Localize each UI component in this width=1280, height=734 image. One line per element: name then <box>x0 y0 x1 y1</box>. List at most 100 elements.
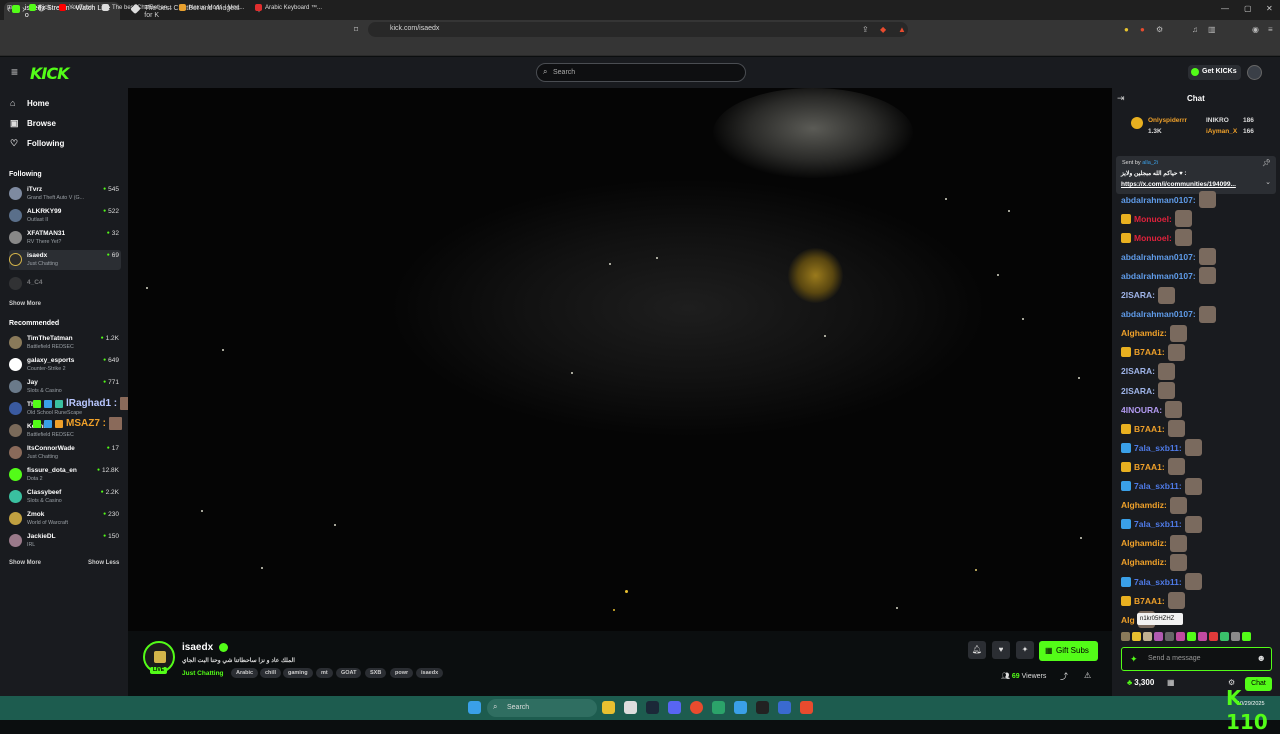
sidebar-channel-jay[interactable]: Jay Slots & Casino 771 <box>9 377 121 397</box>
puzzle-icon[interactable]: ⚙ <box>1156 25 1163 34</box>
chat-username[interactable]: 7ala_sxb11: <box>1134 519 1182 529</box>
chat-username[interactable]: Alghamdiz: <box>1121 557 1167 567</box>
stream-category[interactable]: Just Chatting <box>182 670 224 677</box>
get-kicks-button[interactable]: Get KICKs <box>1188 65 1241 80</box>
chat-username[interactable]: 2ISARA: <box>1121 386 1155 396</box>
sidebar-channel-xfatman31[interactable]: XFATMAN31 RV There Yet? 32 <box>9 228 121 248</box>
chat-username[interactable]: Monuoel: <box>1134 233 1172 243</box>
chat-username[interactable]: 7ala_sxb11: <box>1134 481 1182 491</box>
app-icon[interactable] <box>624 701 637 714</box>
chat-username[interactable]: 2ISARA: <box>1121 290 1155 300</box>
discord-icon[interactable] <box>668 701 681 714</box>
tag-mt[interactable]: mt <box>316 668 333 678</box>
chat-username[interactable]: 7ala_sxb11: <box>1134 443 1182 453</box>
nav-following[interactable]: ♡ Following <box>10 138 64 149</box>
show-more-following-button[interactable]: Show More <box>9 301 41 307</box>
sidebar-channel-galaxy-esports[interactable]: galaxy_esports Counter-Strike 2 649 <box>9 355 121 375</box>
sidebar-channel-zmok[interactable]: Zmok World of Warcraft 230 <box>9 509 121 529</box>
emote-icon[interactable] <box>1154 632 1163 641</box>
streamer-name[interactable]: isaedx <box>182 642 213 653</box>
tag-sxb[interactable]: SXB <box>365 668 387 678</box>
address-bar[interactable]: kick.com/isaedx <box>368 22 908 37</box>
chat-message[interactable]: 7ala_sxb11: <box>1121 515 1202 534</box>
sidebar-channel-itsconnorwade[interactable]: ItsConnorWade Just Chatting 17 <box>9 443 121 463</box>
chat-message[interactable]: Monuoel: <box>1121 228 1192 247</box>
show-less-button[interactable]: Show Less <box>88 560 119 566</box>
chat-message[interactable]: 7ala_sxb11: <box>1121 438 1202 457</box>
show-more-recommended-button[interactable]: Show More <box>9 560 41 566</box>
pinned-message[interactable]: Sent by alla_2i حياكم الله مبجلين ولايز … <box>1116 156 1276 194</box>
tag-powr[interactable]: powr <box>390 668 414 678</box>
brave-rewards-icon[interactable]: ▲ <box>898 25 906 34</box>
extension-icon[interactable]: ● <box>1124 25 1129 34</box>
chat-username[interactable]: Alg <box>1121 615 1135 625</box>
sidebar-channel-timthetatman[interactable]: TimTheTatman Battlefield REDSEC 1.2K <box>9 333 121 353</box>
share-icon[interactable]: ⇪ <box>862 25 869 34</box>
emote-icon[interactable] <box>1198 632 1207 641</box>
sidebar-channel-alkrky99[interactable]: ALKRKY99 Outlast II 522 <box>9 206 121 226</box>
sidebar-channel-4c4[interactable]: 4_C4 <box>9 276 121 296</box>
chat-username[interactable]: B7AA1: <box>1134 424 1165 434</box>
chat-message[interactable]: B7AA1: <box>1121 591 1185 610</box>
chat-username[interactable]: abdalrahman0107: <box>1121 309 1196 319</box>
hamburger-menu-icon[interactable]: ≡ <box>11 65 18 79</box>
tag-goat[interactable]: GOAT <box>336 668 362 678</box>
chat-message[interactable]: abdalrahman0107: <box>1121 190 1216 209</box>
chat-username[interactable]: Alghamdiz: <box>1121 500 1167 510</box>
emote-icon[interactable] <box>1231 632 1240 641</box>
tag-isaedx[interactable]: isaedx <box>416 668 444 678</box>
follow-heart-icon[interactable]: ♥ <box>992 641 1010 659</box>
bookmark-nexus[interactable]: Nexus Mods - Mod... <box>179 4 244 11</box>
emote-icon[interactable] <box>1187 632 1196 641</box>
chat-message[interactable]: Alghamdiz: <box>1121 553 1187 572</box>
emoji-picker-icon[interactable]: ☻ <box>1257 653 1266 663</box>
sidebar-icon[interactable]: ▥ <box>1208 25 1216 34</box>
sidebar-channel-fissure-dota-en[interactable]: fissure_dota_en Dota 2 12.8K <box>9 465 121 485</box>
menu-icon[interactable]: ≡ <box>1268 25 1273 34</box>
notifications-bell-icon[interactable]: 🔔︎ <box>968 641 986 659</box>
chat-message[interactable]: 4INOURA: <box>1121 400 1183 419</box>
tag-chill[interactable]: chill <box>260 668 282 678</box>
chat-message[interactable]: Alghamdiz: <box>1121 496 1187 515</box>
nav-home[interactable]: ⌂ Home <box>10 98 49 108</box>
app-icon[interactable] <box>734 701 747 714</box>
leaderboard-user[interactable]: Onlyspiderrr <box>1148 117 1187 124</box>
apps-icon[interactable]: ⊞ <box>7 4 12 11</box>
chat-username[interactable]: abdalrahman0107: <box>1121 252 1196 262</box>
bookmark-chatbot[interactable]: The best ChatBot an... <box>102 4 172 11</box>
chat-username[interactable]: 2ISARA: <box>1121 366 1155 376</box>
chat-message[interactable]: B7AA1: <box>1121 419 1185 438</box>
kick-logo[interactable]: KICK <box>30 64 69 83</box>
emote-icon[interactable] <box>1242 632 1251 641</box>
video-player[interactable] <box>128 88 1112 631</box>
chat-message[interactable]: abdalrahman0107: <box>1121 247 1216 266</box>
chrome-icon[interactable] <box>690 701 703 714</box>
emote-icon[interactable] <box>1220 632 1229 641</box>
maximize-icon[interactable]: ▢ <box>1244 4 1252 13</box>
emote-icon[interactable] <box>1176 632 1185 641</box>
chat-username[interactable]: Alghamdiz: <box>1121 538 1167 548</box>
chat-message-input[interactable]: ✦ Send a message ☻ <box>1121 647 1272 671</box>
sidebar-channel-jackiedl[interactable]: JackieDL IRL 150 <box>9 531 121 551</box>
chat-message[interactable]: 7ala_sxb11: <box>1121 477 1202 496</box>
pinned-link[interactable]: https://x.com/i/communities/194099... <box>1121 181 1261 188</box>
chat-message[interactable]: 2ISARA: <box>1121 286 1176 305</box>
forward-icon[interactable]: › <box>22 4 25 15</box>
taskbar-search[interactable]: ⌕ Search <box>487 699 597 717</box>
app-icon[interactable] <box>756 701 769 714</box>
sparkle-icon[interactable]: ✦ <box>1016 641 1034 659</box>
chat-message[interactable]: 2ISARA: <box>1121 381 1176 400</box>
tag-arabic[interactable]: Arabic <box>231 668 259 678</box>
bookmark-kick[interactable]: Kick <box>29 4 50 11</box>
collapse-chat-icon[interactable]: ⇥ <box>1117 93 1125 104</box>
channel-points[interactable]: 3,300 <box>1127 678 1154 687</box>
close-window-icon[interactable]: ✕ <box>1266 4 1273 13</box>
chat-username[interactable]: Monuoel: <box>1134 214 1172 224</box>
emote-icon[interactable] <box>1132 632 1141 641</box>
chat-message[interactable]: Monuoel: <box>1121 209 1192 228</box>
chat-message[interactable]: 2ISARA: <box>1121 362 1176 381</box>
brave-icon[interactable] <box>800 701 813 714</box>
sparkle-icon[interactable]: ✦ <box>1130 654 1138 665</box>
report-icon[interactable]: ⚠ <box>1084 671 1091 680</box>
chat-username[interactable]: B7AA1: <box>1134 347 1165 357</box>
